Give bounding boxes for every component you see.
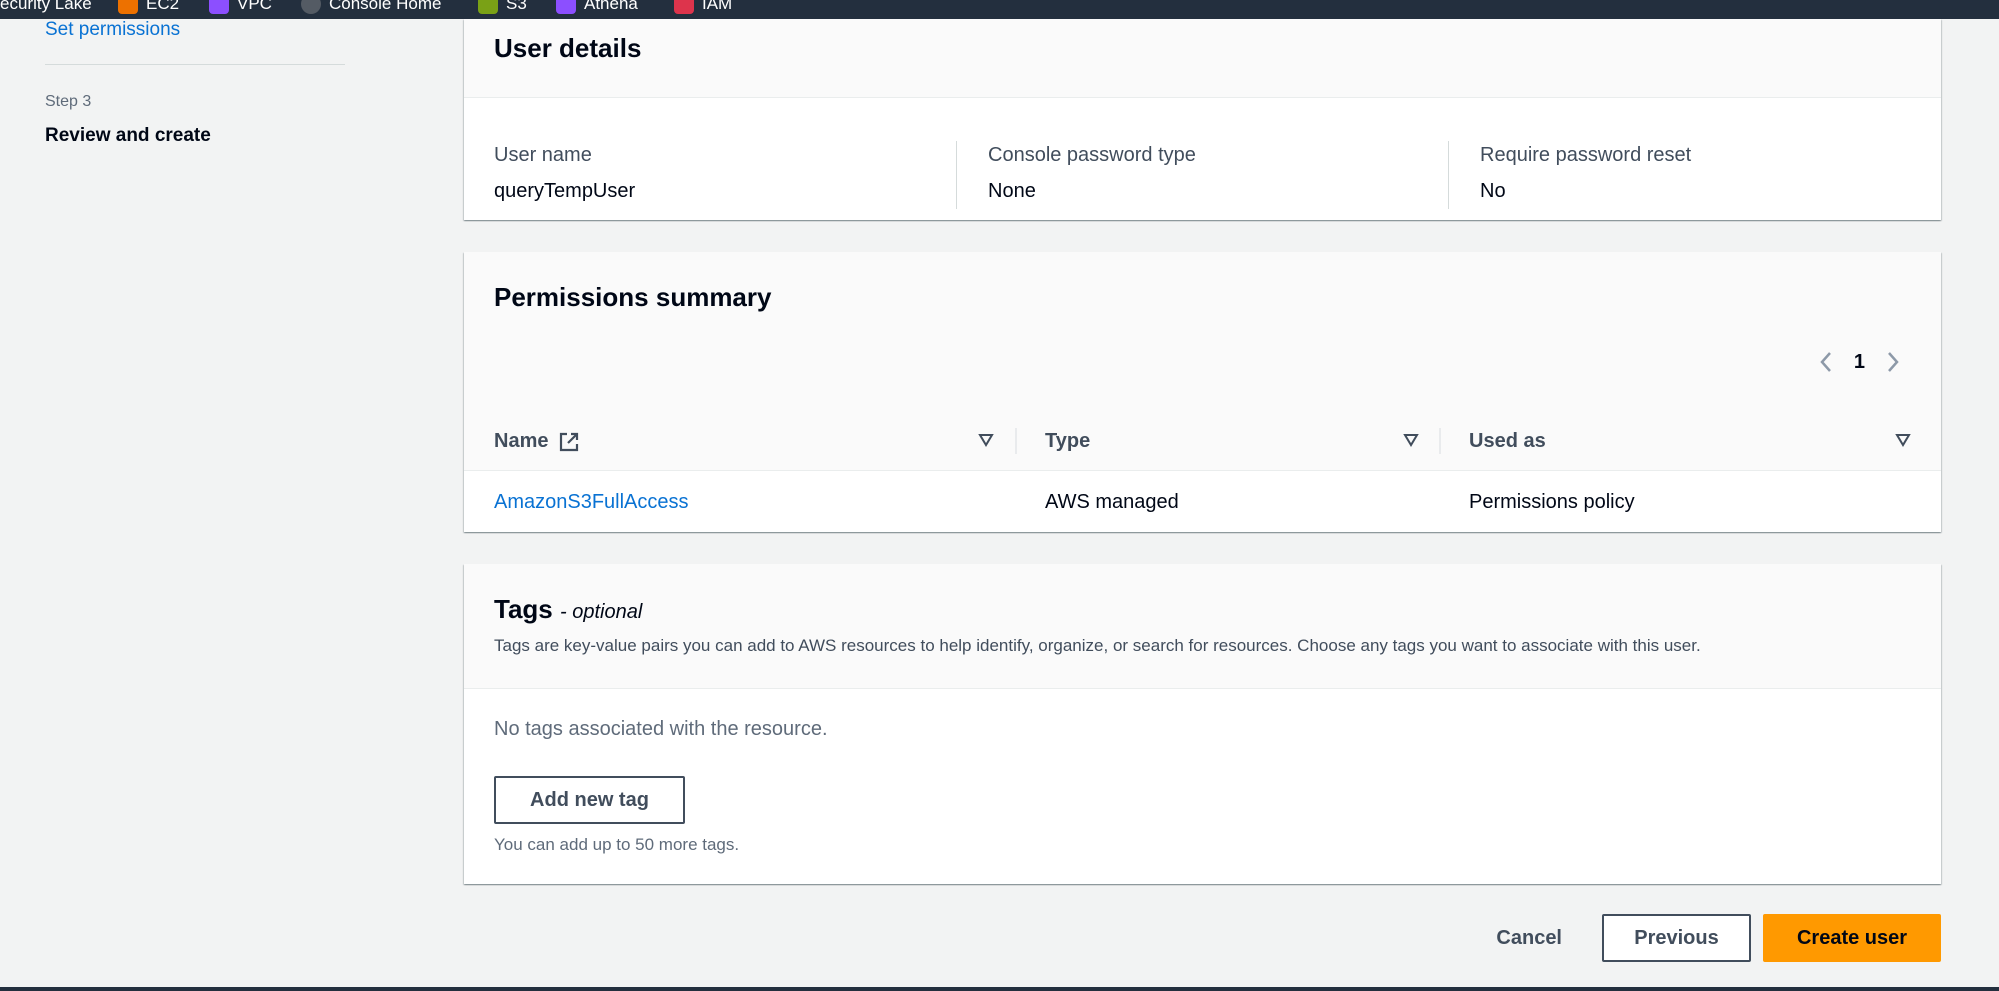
chevron-left-icon[interactable] — [1818, 350, 1834, 374]
table-header: Name Type Used as — [464, 412, 1941, 471]
bookmarks-bar: ecurity Lake EC2 VPC Console Home S3 Ath… — [0, 0, 1999, 19]
user-details-panel: User details User name queryTempUser Con… — [464, 19, 1941, 220]
bookmark-label: EC2 — [146, 0, 180, 13]
previous-button[interactable]: Previous — [1602, 914, 1751, 962]
tags-title-text: Tags — [494, 594, 553, 624]
field-value: None — [988, 180, 1036, 202]
vpc-icon — [209, 0, 229, 14]
column-divider — [956, 141, 957, 209]
field-value: queryTempUser — [494, 180, 636, 202]
sort-caret-down-icon[interactable] — [1403, 433, 1419, 447]
field-label: User name — [494, 144, 592, 166]
panel-header: Tags - optional Tags are key-value pairs… — [464, 564, 1941, 689]
bookmark-label: S3 — [506, 0, 527, 13]
column-used-as-text: Used as — [1469, 430, 1546, 452]
external-link-icon — [560, 432, 579, 451]
sort-caret-down-icon[interactable] — [1895, 433, 1911, 447]
bookmark-athena[interactable]: Athena — [556, 0, 638, 14]
bookmark-s3[interactable]: S3 — [478, 0, 527, 14]
bookmark-label: Console Home — [329, 0, 442, 13]
add-new-tag-button[interactable]: Add new tag — [494, 776, 685, 824]
bookmark-label: Athena — [584, 0, 638, 13]
iam-icon — [674, 0, 694, 14]
permissions-summary-panel: Permissions summary 1 Name Type Used as … — [464, 252, 1941, 532]
cancel-button[interactable]: Cancel — [1476, 914, 1582, 962]
column-header-label: Used as — [1469, 430, 1546, 453]
optional-label: - optional — [560, 601, 643, 623]
chevron-right-icon[interactable] — [1885, 350, 1901, 374]
column-header-label: Name — [494, 430, 580, 453]
window-bottom-edge — [0, 987, 1999, 991]
column-header-name[interactable]: Name — [494, 412, 1024, 470]
permissions-summary-title: Permissions summary — [494, 282, 772, 312]
policy-type-cell: AWS managed — [1045, 491, 1179, 513]
column-name-text: Name — [494, 430, 549, 452]
step-number: Step 3 — [45, 93, 92, 110]
ec2-icon — [118, 0, 138, 14]
tags-description: Tags are key-value pairs you can add to … — [494, 636, 1701, 655]
bookmark-label: ecurity Lake — [0, 0, 92, 13]
column-resizer[interactable] — [1015, 428, 1017, 454]
console-home-icon — [301, 0, 321, 14]
column-header-used-as[interactable]: Used as — [1469, 412, 1919, 470]
column-header-type[interactable]: Type — [1045, 412, 1445, 470]
bookmark-iam[interactable]: IAM — [674, 0, 732, 14]
user-details-title: User details — [494, 33, 642, 63]
field-value: No — [1480, 180, 1506, 202]
current-page-number[interactable]: 1 — [1854, 351, 1865, 374]
divider — [45, 64, 345, 65]
tags-limit-hint: You can add up to 50 more tags. — [494, 835, 740, 854]
bookmark-label: IAM — [702, 0, 733, 13]
field-label: Require password reset — [1480, 144, 1692, 166]
user-details-fields: User name queryTempUser Console password… — [464, 97, 1941, 220]
wizard-actions: Cancel Previous Create user — [1476, 914, 1941, 962]
bookmark-ec2[interactable]: EC2 — [118, 0, 179, 14]
table-row: AmazonS3FullAccess AWS managed Permissio… — [464, 471, 1941, 532]
policy-used-as-cell: Permissions policy — [1469, 491, 1635, 513]
create-user-button[interactable]: Create user — [1763, 914, 1941, 962]
column-divider — [1448, 141, 1449, 209]
tags-panel: Tags - optional Tags are key-value pairs… — [464, 564, 1941, 884]
bookmark-security-lake[interactable]: ecurity Lake — [0, 0, 92, 14]
bookmark-vpc[interactable]: VPC — [209, 0, 272, 14]
s3-icon — [478, 0, 498, 14]
column-resizer[interactable] — [1439, 428, 1441, 454]
empty-tags-message: No tags associated with the resource. — [494, 718, 828, 740]
column-header-label: Type — [1045, 430, 1090, 453]
athena-icon — [556, 0, 576, 14]
bookmark-label: VPC — [237, 0, 272, 13]
set-permissions-link[interactable]: Set permissions — [45, 19, 180, 41]
current-step-title: Review and create — [45, 125, 211, 146]
tags-title: Tags - optional — [494, 594, 642, 625]
panel-header: Permissions summary 1 — [464, 252, 1941, 413]
field-label: Console password type — [988, 144, 1196, 166]
column-type-text: Type — [1045, 430, 1091, 452]
policy-name-link[interactable]: AmazonS3FullAccess — [494, 491, 689, 514]
bookmark-console-home[interactable]: Console Home — [301, 0, 441, 14]
sort-caret-down-icon[interactable] — [978, 433, 994, 447]
panel-header: User details — [464, 19, 1941, 98]
pagination: 1 — [1818, 350, 1901, 374]
